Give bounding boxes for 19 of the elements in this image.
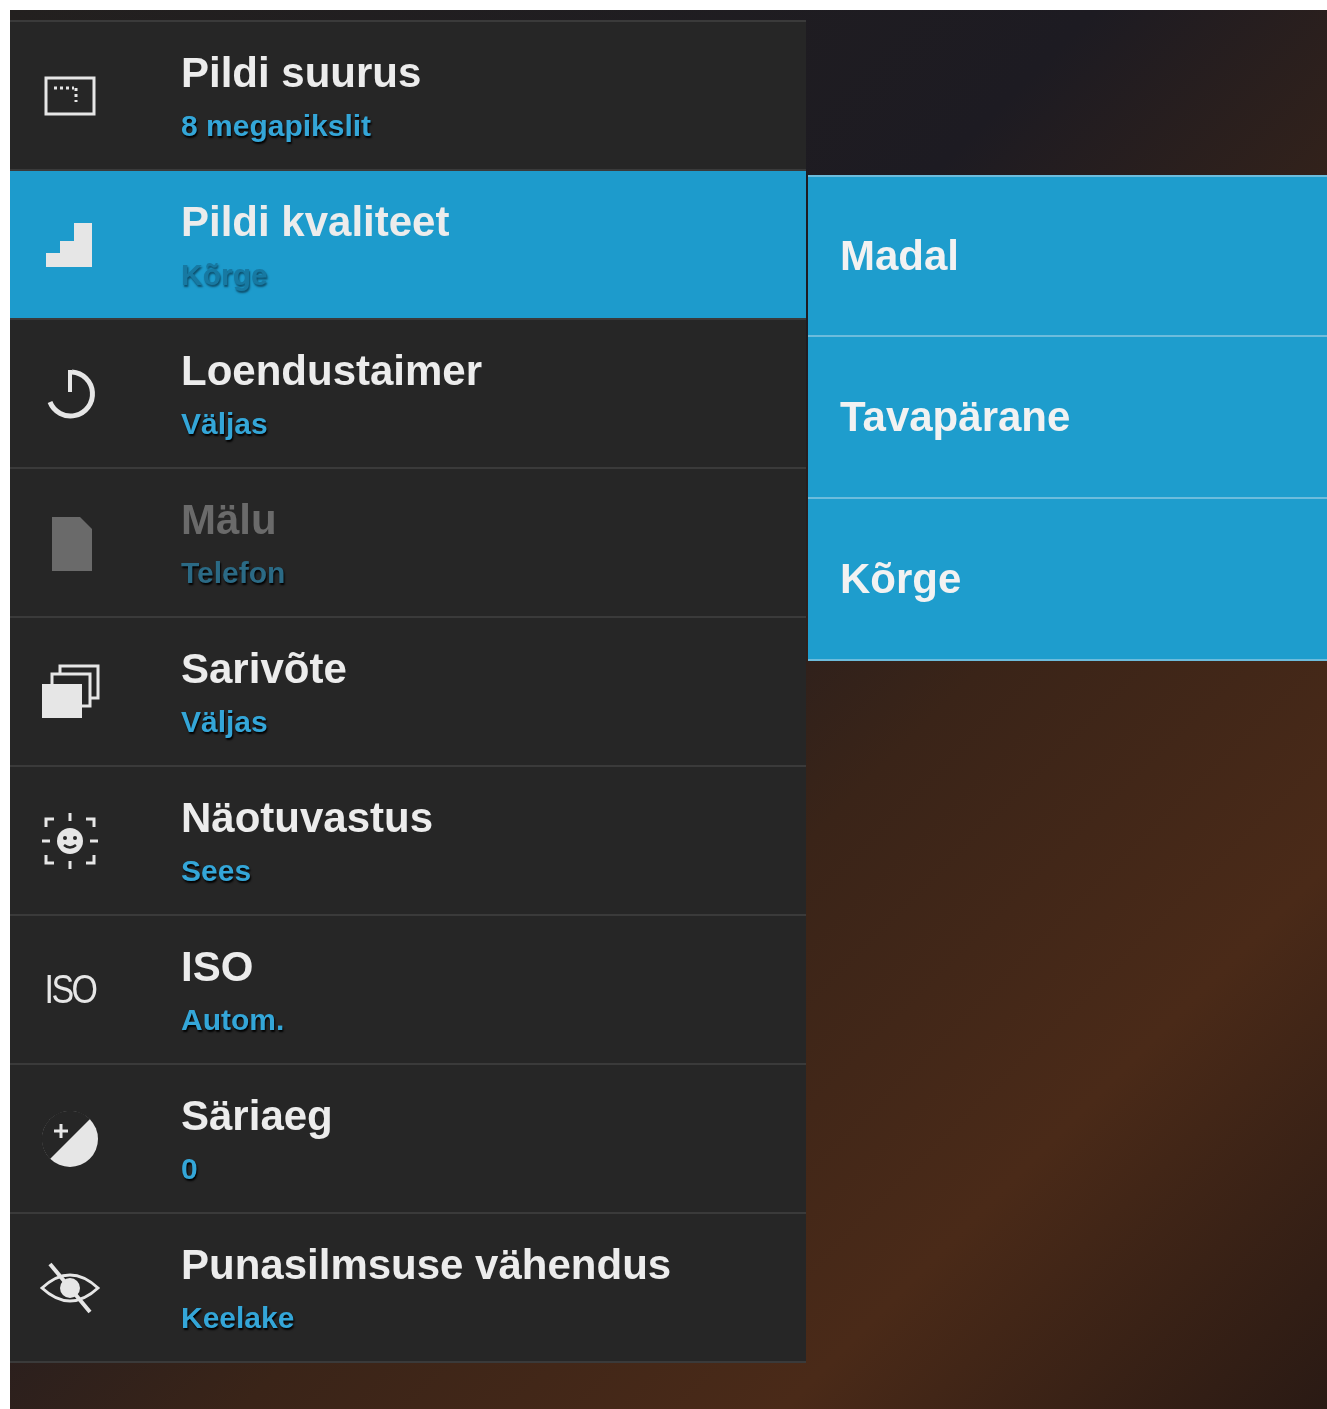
setting-value: 8 megapikslit — [181, 108, 373, 143]
setting-title: Säriaeg — [181, 1091, 333, 1140]
setting-value: Väljas — [181, 704, 269, 739]
setting-title: Näotuvastus — [181, 793, 434, 842]
setting-value: 0 — [181, 1151, 199, 1186]
setting-title: Mälu — [181, 495, 278, 544]
setting-title: Sarivõte — [181, 644, 347, 693]
setting-value: Sees — [181, 853, 253, 888]
setting-title: Pildi suurus — [181, 48, 422, 97]
iso-icon: ISO — [44, 967, 96, 1012]
setting-value: Telefon — [181, 555, 286, 590]
setting-value: Autom. — [181, 1002, 285, 1037]
setting-value: Väljas — [181, 406, 269, 441]
setting-title: ISO — [181, 942, 255, 991]
setting-value: Kõrge — [181, 257, 269, 292]
setting-title: Loendustaimer — [181, 346, 483, 395]
setting-title: Punasilmsuse vähendus — [181, 1240, 672, 1289]
setting-title: Pildi kvaliteet — [181, 197, 450, 246]
setting-value: Keelake — [181, 1300, 296, 1335]
